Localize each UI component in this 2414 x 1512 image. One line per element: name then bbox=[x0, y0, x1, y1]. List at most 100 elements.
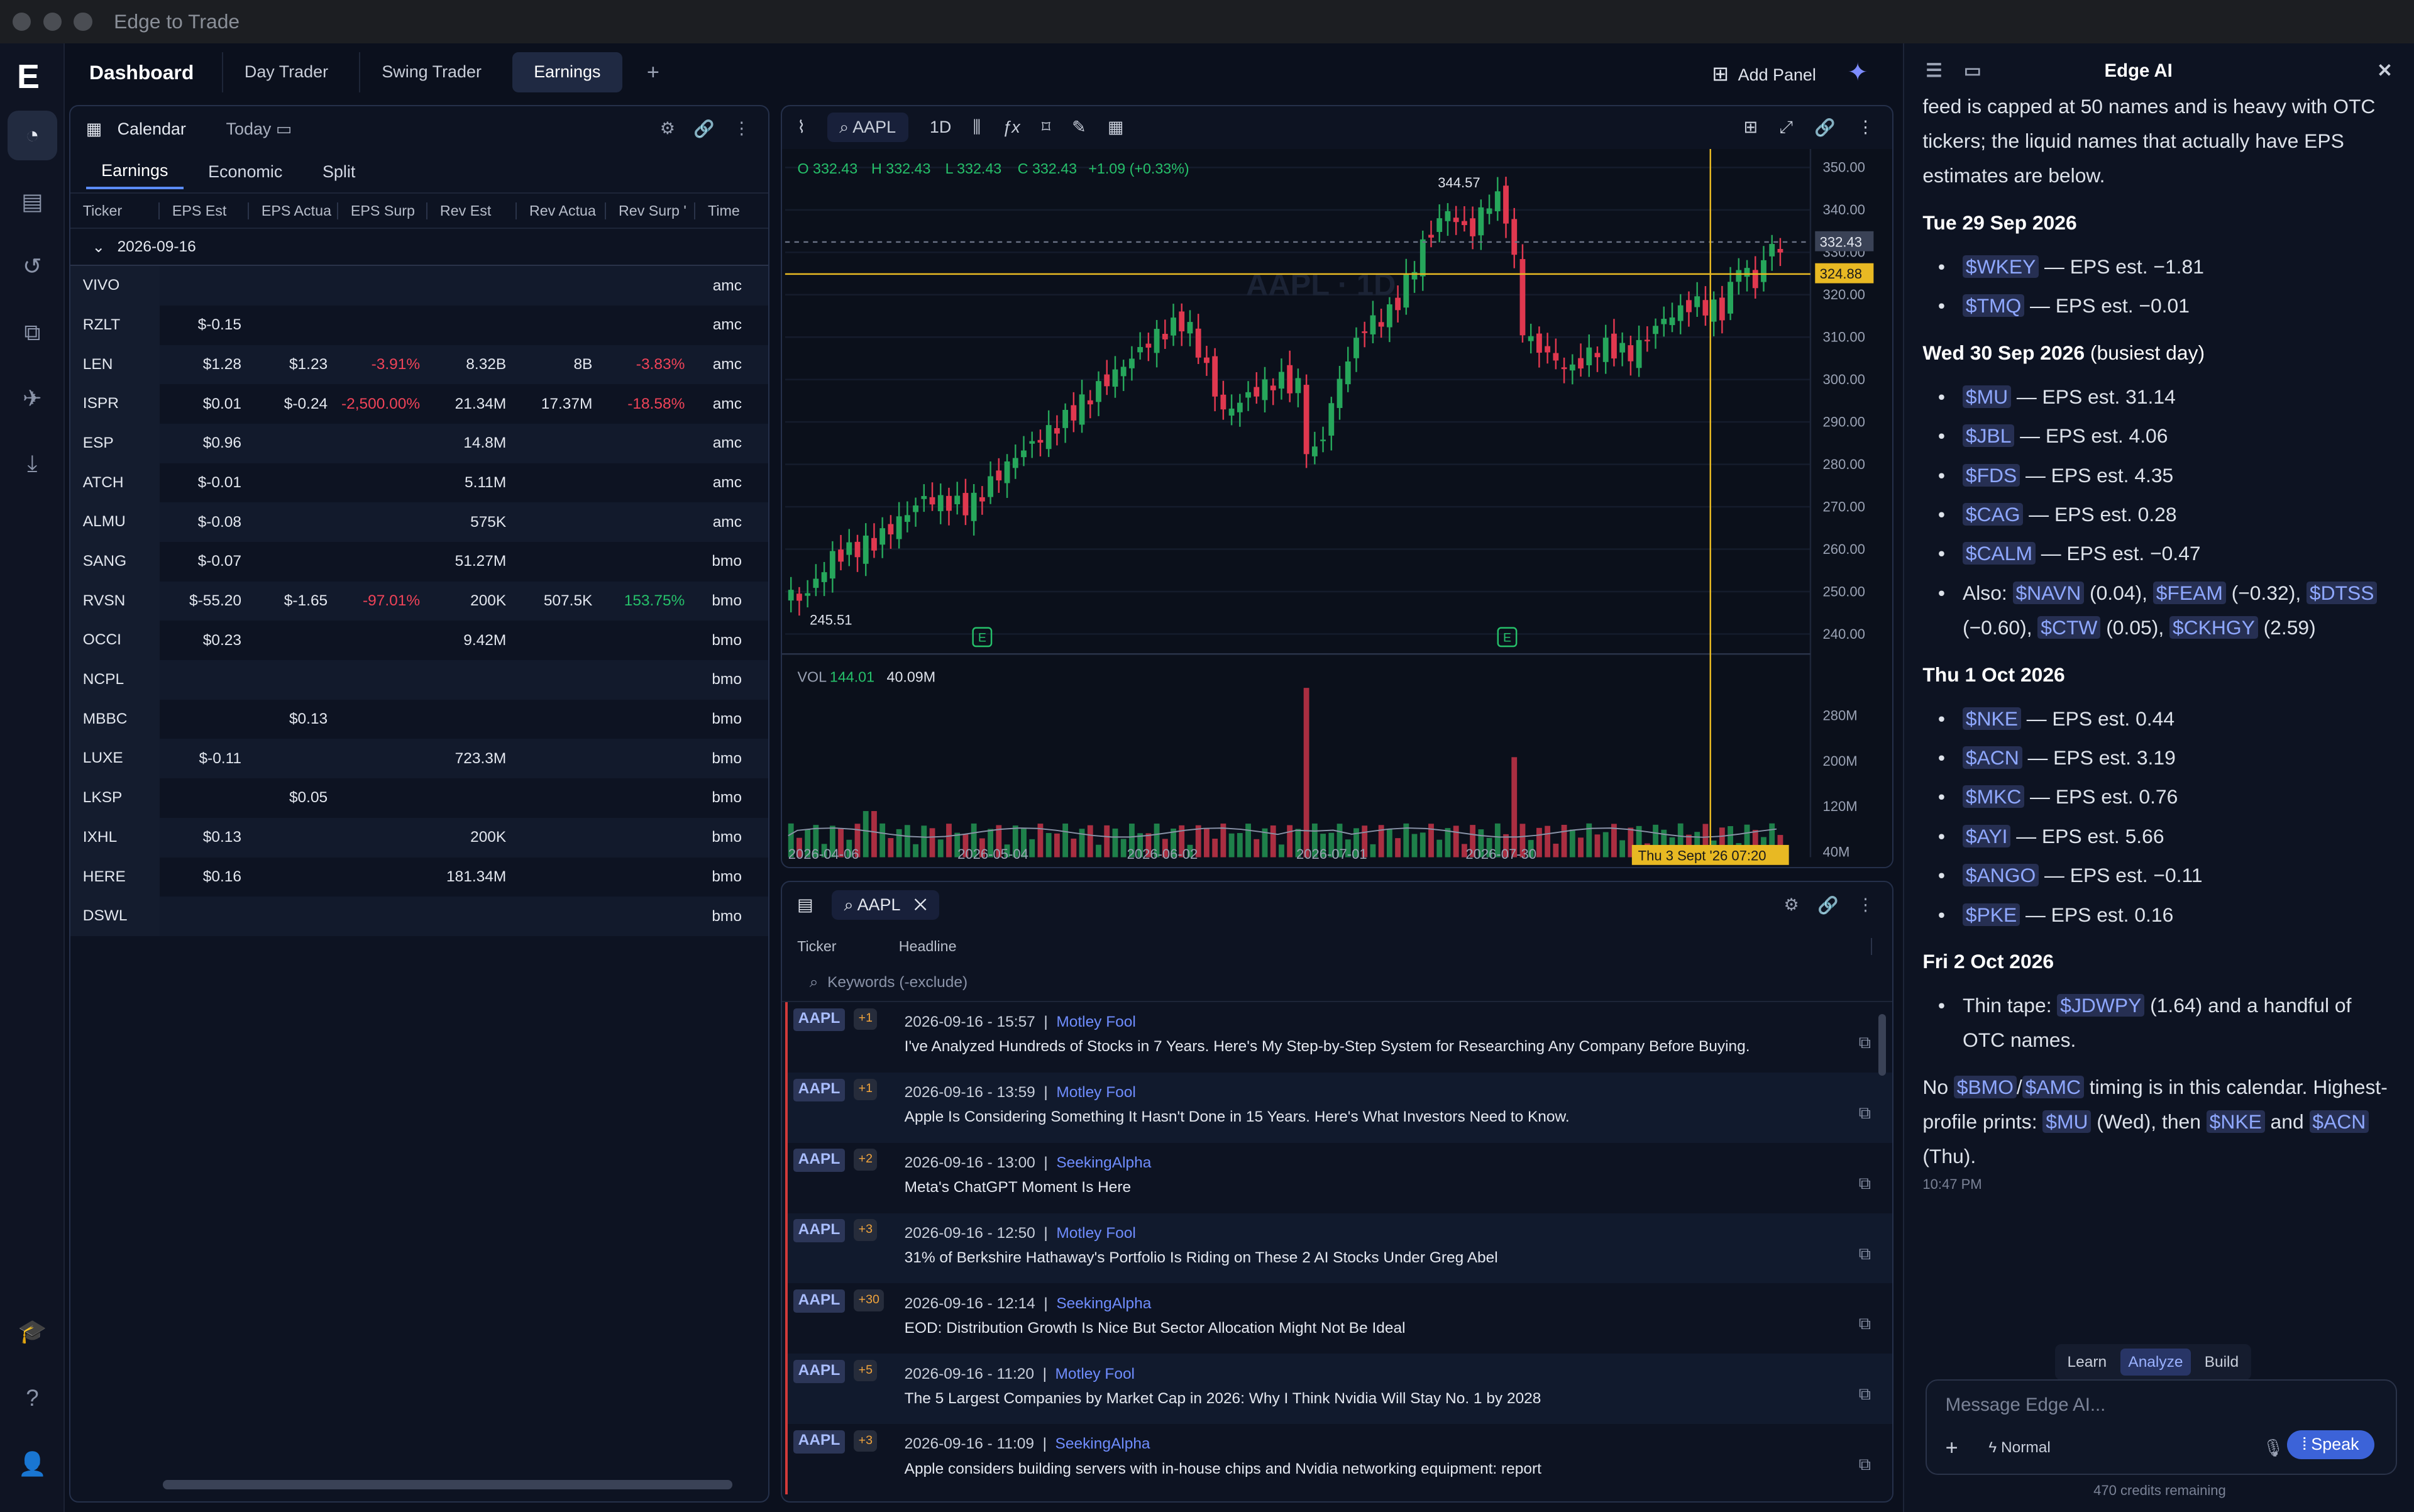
gauge-icon[interactable]: ◔ bbox=[8, 111, 57, 160]
layout-icon[interactable]: ⊞ bbox=[1743, 118, 1758, 138]
col-eps-actual[interactable]: EPS Actua bbox=[249, 202, 339, 219]
table-row[interactable]: IXHL $0.13 200K bmo bbox=[70, 817, 769, 858]
add-panel-button[interactable]: ⊞ Add Panel bbox=[1712, 62, 1816, 86]
ticker-badge[interactable]: AAPL bbox=[793, 1289, 845, 1313]
news-source[interactable]: SeekingAlpha bbox=[1056, 1295, 1151, 1312]
ticker-tag[interactable]: $CALM bbox=[1962, 542, 2036, 565]
ticker-badge[interactable]: AAPL bbox=[793, 1360, 845, 1383]
window-icon[interactable]: ▭ bbox=[1964, 60, 1981, 82]
news-item[interactable]: AAPL +1 2026-09-16 - 15:57 | Motley Fool I'… bbox=[785, 1002, 1893, 1073]
ticker-tag[interactable]: $NAVN bbox=[2012, 581, 2085, 604]
col-rev-actual[interactable]: Rev Actua bbox=[517, 202, 607, 219]
telescope-icon[interactable]: ✈ bbox=[15, 382, 49, 416]
table-row[interactable]: SANG $-0.07 51.27M bmo bbox=[70, 542, 768, 582]
news-scrollbar[interactable] bbox=[1878, 1014, 1887, 1076]
learn-icon[interactable]: 🎓 bbox=[15, 1315, 49, 1349]
ticker-tag[interactable]: $WKEY bbox=[1962, 255, 2039, 278]
date-group[interactable]: ⌄ 2026-09-16 bbox=[70, 229, 769, 267]
external-link-icon[interactable]: ⧉ bbox=[1859, 1174, 1871, 1194]
external-link-icon[interactable]: ⧉ bbox=[1859, 1314, 1871, 1334]
ticker-tag[interactable]: $CAG bbox=[1962, 503, 2024, 526]
tab-earnings-sub[interactable]: Earnings bbox=[85, 155, 184, 190]
tab-earnings[interactable]: Earnings bbox=[512, 52, 622, 92]
ticker-tag[interactable]: $NKE bbox=[1962, 707, 2021, 730]
col-eps-surprise[interactable]: EPS Surp bbox=[338, 202, 428, 219]
news-search[interactable]: ⌕ AAPL ✕ bbox=[831, 890, 939, 920]
tab-swing-trader[interactable]: Swing Trader bbox=[359, 52, 503, 92]
news-item[interactable]: AAPL +1 2026-09-16 - 13:59 | Motley Fool Ap… bbox=[785, 1072, 1893, 1143]
external-link-icon[interactable]: ⧉ bbox=[1859, 1384, 1871, 1404]
mode-analyze[interactable]: Analyze bbox=[2120, 1349, 2191, 1376]
news-headline[interactable]: I've Analyzed Hundreds of Stocks in 7 Ye… bbox=[905, 1034, 1750, 1059]
settings-icon[interactable]: ⚙ bbox=[660, 119, 675, 139]
symbol-search[interactable]: ⌕ AAPL bbox=[827, 113, 908, 143]
add-tab-button[interactable]: + bbox=[647, 60, 659, 85]
ticker-badge[interactable]: AAPL bbox=[793, 1430, 845, 1454]
ticker-badge[interactable]: AAPL bbox=[793, 1219, 845, 1243]
tab-split[interactable]: Split bbox=[307, 157, 370, 189]
ticker-tag[interactable]: $PKE bbox=[1962, 903, 2020, 926]
table-row[interactable]: VIVO amc bbox=[70, 266, 769, 306]
tab-economic[interactable]: Economic bbox=[193, 157, 298, 189]
more-icon[interactable]: ⋮ bbox=[733, 119, 750, 139]
news-source[interactable]: SeekingAlpha bbox=[1055, 1435, 1150, 1452]
table-row[interactable]: ESP $0.96 14.8M amc bbox=[70, 423, 769, 463]
news-source[interactable]: Motley Fool bbox=[1056, 1084, 1135, 1101]
table-row[interactable]: DSWL bmo bbox=[70, 897, 769, 936]
ticker-badge[interactable]: AAPL bbox=[793, 1078, 845, 1102]
mode-select[interactable]: ϟ Normal bbox=[1988, 1439, 2051, 1457]
col-rev-est[interactable]: Rev Est bbox=[427, 202, 517, 219]
news-headline[interactable]: 31% of Berkshire Hathaway's Portfolio Is… bbox=[905, 1245, 1498, 1270]
more-icon[interactable]: ⋮ bbox=[1857, 895, 1874, 915]
minimize-window-button[interactable] bbox=[43, 12, 62, 31]
table-row[interactable]: NCPL bmo bbox=[70, 660, 769, 700]
settings-icon[interactable]: ⚙ bbox=[1784, 895, 1799, 915]
news-headline[interactable]: Apple considers building servers with in… bbox=[905, 1457, 1541, 1481]
table-row[interactable]: ISPR $0.01 $-0.24 -2,500.00% 21.34M 17.37M -18… bbox=[70, 384, 768, 424]
link-icon[interactable]: 🔗 bbox=[693, 119, 715, 139]
tab-day-trader[interactable]: Day Trader bbox=[221, 52, 350, 92]
ticker-badge[interactable]: AAPL bbox=[793, 1149, 845, 1173]
more-icon[interactable]: ⋮ bbox=[1857, 118, 1874, 138]
close-icon[interactable]: ✕ bbox=[2377, 60, 2393, 82]
col-ticker[interactable]: Ticker bbox=[70, 202, 160, 219]
news-source[interactable]: SeekingAlpha bbox=[1056, 1154, 1151, 1171]
news-source[interactable]: Motley Fool bbox=[1055, 1366, 1135, 1382]
news-item[interactable]: AAPL +3 2026-09-16 - 11:09 | SeekingAlpha A… bbox=[785, 1424, 1893, 1495]
account-icon[interactable]: 👤 bbox=[15, 1447, 49, 1481]
sparkle-icon[interactable]: ✦ bbox=[1848, 58, 1868, 87]
ticker-tag[interactable]: $CTW bbox=[2037, 616, 2101, 639]
table-row[interactable]: OCCI $0.23 9.42M bmo bbox=[70, 621, 768, 661]
col-headline[interactable]: Headline bbox=[886, 938, 1872, 956]
plus-icon[interactable]: + bbox=[1946, 1436, 1958, 1460]
news-source[interactable]: Motley Fool bbox=[1056, 1225, 1135, 1242]
table-row[interactable]: RVSN $-55.20 $-1.65 -97.01% 200K 507.5K 153.75… bbox=[70, 581, 769, 621]
external-link-icon[interactable]: ⧉ bbox=[1859, 1244, 1871, 1264]
ticker-tag[interactable]: $DTSS bbox=[2307, 581, 2378, 604]
expand-icon[interactable]: ⤢ bbox=[1779, 118, 1793, 138]
table-row[interactable]: LEN $1.28 $1.23 -3.91% 8.32B 8B -3.83% amc bbox=[70, 345, 769, 385]
news-item[interactable]: AAPL +30 2026-09-16 - 12:14 | SeekingAlpha… bbox=[785, 1283, 1893, 1354]
link-icon[interactable]: 🔗 bbox=[1817, 895, 1839, 915]
price-chart[interactable]: 350.00340.00330.00320.00310.00300.00290.… bbox=[781, 149, 1894, 868]
horizontal-scrollbar[interactable] bbox=[163, 1479, 733, 1489]
news-headline[interactable]: Meta's ChatGPT Moment Is Here bbox=[905, 1175, 1152, 1200]
download-icon[interactable]: ⤓ bbox=[15, 446, 49, 480]
menu-icon[interactable]: ☰ bbox=[1926, 60, 1942, 82]
layers-icon[interactable]: ⧉ bbox=[15, 316, 49, 350]
speak-button[interactable]: ⦙ Speak bbox=[2287, 1430, 2375, 1460]
table-row[interactable]: RZLT $-0.15 amc bbox=[70, 305, 768, 345]
table-row[interactable]: ATCH $-0.01 5.11M amc bbox=[70, 463, 768, 503]
chart-type-icon[interactable]: ⌇ bbox=[797, 118, 805, 137]
indicators-icon[interactable]: ƒx bbox=[1002, 118, 1020, 137]
ticker-tag[interactable]: $MKC bbox=[1962, 785, 2025, 808]
col-ticker[interactable]: Ticker bbox=[782, 938, 887, 955]
history-icon[interactable]: ↺ bbox=[15, 250, 49, 284]
ticker-tag[interactable]: $ACN bbox=[1962, 746, 2022, 769]
table-row[interactable]: HERE $0.16 181.34M bmo bbox=[70, 857, 768, 897]
col-rev-surprise[interactable]: Rev Surp ' bbox=[606, 202, 696, 219]
pencil-icon[interactable]: ✎ bbox=[1072, 118, 1086, 137]
news-source[interactable]: Motley Fool bbox=[1056, 1013, 1135, 1030]
report-icon[interactable]: ▤ bbox=[15, 185, 49, 219]
news-item[interactable]: AAPL +5 2026-09-16 - 11:20 | Motley Fool Th… bbox=[785, 1354, 1893, 1425]
